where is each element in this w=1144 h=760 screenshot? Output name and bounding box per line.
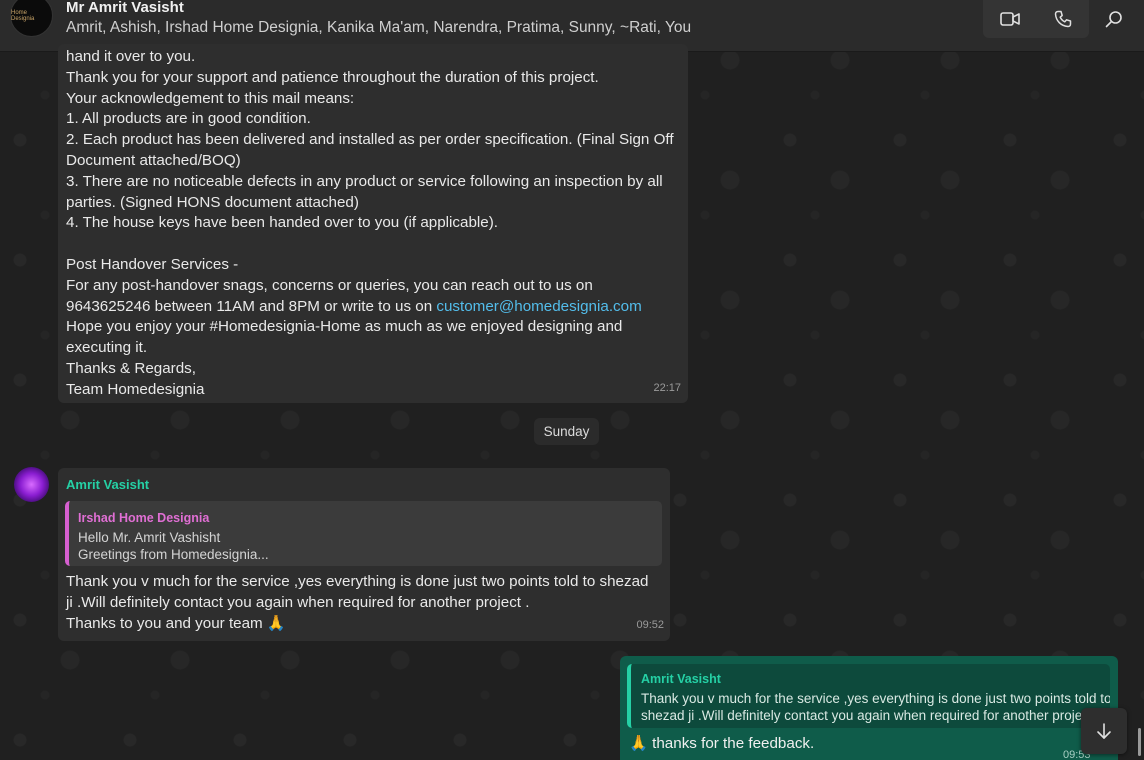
group-avatar-logo-text: Home Designia — [11, 9, 35, 22]
video-call-icon — [999, 11, 1020, 27]
message-text: Thank you v much for the service ,yes ev… — [66, 572, 666, 634]
chat-title[interactable]: Mr Amrit Vasisht — [66, 0, 184, 16]
message-line: Thank you for your support and patience … — [66, 68, 599, 86]
message-line: parties. (Signed HONS document attached) — [66, 193, 359, 211]
message-line: Hope you enjoy your #Homedesignia-Home a… — [66, 318, 623, 336]
message-text: hand it over to you. Thank you for your … — [66, 47, 680, 401]
message-line: Your acknowledgement to this mail means: — [66, 89, 355, 107]
message-line: Thanks to you and your team 🙏 — [66, 614, 286, 632]
message-line: Document attached/BOQ) — [66, 151, 241, 169]
arrow-down-icon — [1095, 722, 1113, 740]
date-separator: Sunday — [534, 418, 599, 445]
message-line: Thank you v much for the service ,yes ev… — [66, 573, 649, 590]
email-link[interactable]: customer@homedesignia.com — [436, 298, 641, 315]
message-line: 3. There are no noticeable defects in an… — [66, 172, 663, 190]
quoted-sender: Amrit Vasisht — [641, 672, 721, 686]
voice-call-button[interactable] — [1036, 0, 1089, 38]
message-bubble-outgoing[interactable]: Amrit Vasisht Thank you v much for the s… — [620, 656, 1118, 760]
scroll-to-bottom-button[interactable] — [1081, 708, 1127, 754]
quoted-text-line: Hello Mr. Amrit Vashisht — [78, 529, 221, 545]
quoted-sender: Irshad Home Designia — [78, 511, 210, 525]
message-timestamp: 22:17 — [653, 382, 681, 395]
quoted-message[interactable]: Amrit Vasisht Thank you v much for the s… — [627, 664, 1110, 728]
search-icon — [1105, 10, 1123, 28]
message-bubble-incoming[interactable]: Amrit Vasisht Irshad Home Designia Hello… — [58, 468, 670, 641]
group-avatar[interactable]: Home Designia — [10, 0, 53, 37]
message-line: 1. All products are in good condition. — [66, 110, 311, 128]
message-line: 9643625246 between 11AM and 8PM or write… — [66, 297, 437, 315]
message-line: 4. The house keys have been handed over … — [66, 214, 499, 232]
message-line: executing it. — [66, 339, 148, 357]
message-line: Team Homedesignia — [66, 380, 205, 398]
scrollbar-thumb[interactable] — [1138, 728, 1141, 756]
quoted-text-line: Greetings from Homedesignia... — [78, 546, 269, 562]
message-line: Thanks & Regards, — [66, 359, 196, 377]
message-line: Post Handover Services - — [66, 255, 239, 273]
sender-avatar[interactable] — [14, 467, 49, 502]
video-call-button[interactable] — [983, 0, 1036, 38]
message-bubble-incoming[interactable]: hand it over to you. Thank you for your … — [58, 44, 688, 403]
message-line: ji .Will definitely contact you again wh… — [66, 593, 530, 611]
quoted-text-line: shezad ji .Will definitely contact you a… — [641, 707, 1101, 723]
group-members[interactable]: Amrit, Ashish, Irshad Home Designia, Kan… — [66, 19, 691, 37]
quoted-text-line: Thank you v much for the service ,yes ev… — [641, 690, 1110, 706]
date-separator-label: Sunday — [543, 424, 590, 439]
search-button[interactable] — [1098, 3, 1130, 35]
sender-name[interactable]: Amrit Vasisht — [66, 475, 149, 496]
message-text: 🙏 thanks for the feedback. — [629, 735, 815, 752]
quoted-message[interactable]: Irshad Home Designia Hello Mr. Amrit Vas… — [65, 501, 662, 566]
voice-call-icon — [1054, 10, 1072, 28]
call-button-group — [983, 0, 1089, 38]
message-line: 2. Each product has been delivered and i… — [66, 131, 674, 149]
message-line: For any post-handover snags, concerns or… — [66, 276, 593, 294]
message-timestamp: 09:52 — [636, 619, 664, 632]
message-line: hand it over to you. — [66, 48, 196, 65]
